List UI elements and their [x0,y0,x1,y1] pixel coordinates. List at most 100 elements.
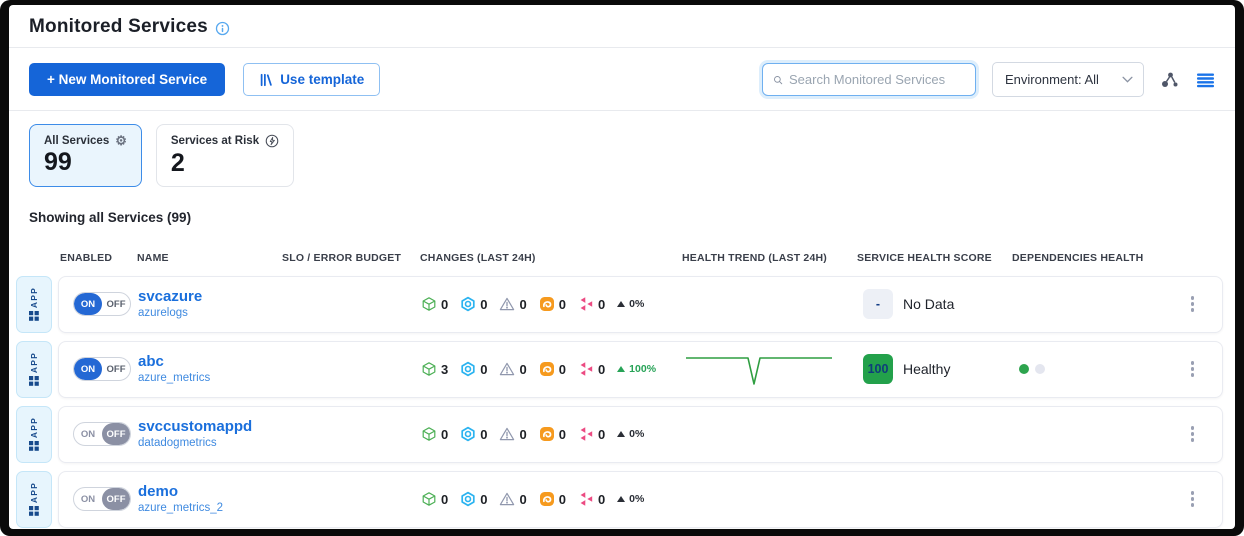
service-subtitle: azure_metrics [138,372,210,384]
topology-icon [1160,71,1180,89]
services-at-risk-label: Services at Risk [171,135,259,147]
col-health-score: SERVICE HEALTH SCORE [857,252,1012,264]
service-row-card: ONOFF abc azure_metrics 3 0 0 0 0 10 [58,341,1223,398]
alert-triangle-change-icon [499,491,515,507]
search-input[interactable] [789,72,965,87]
col-slo: SLO / ERROR BUDGET [282,252,420,264]
change-percent: 0% [617,428,644,440]
environment-filter-dropdown[interactable]: Environment: All [992,62,1144,97]
hexagon-change-icon [460,491,476,507]
change-percent: 0% [617,298,644,310]
health-score-label: Healthy [903,361,950,377]
health-score-cell: 100 Healthy [858,354,1013,384]
health-trend-cell [683,347,858,391]
pink-app-change-icon [578,491,594,507]
app-tag-label: APP [29,287,39,308]
health-score-label: No Data [903,296,954,312]
change-percent: 0% [617,493,644,505]
health-score-badge: - [863,289,893,319]
all-services-label: All Services [44,135,109,147]
orange-app-change-icon [539,296,555,312]
table-row: APP ONOFF abc azure_metrics 3 [16,341,1223,398]
trend-up-icon [617,496,625,502]
trend-up-icon [617,366,625,372]
use-template-label: Use template [280,72,364,87]
use-template-button[interactable]: Use template [243,63,380,96]
service-subtitle: datadogmetrics [138,437,217,449]
row-menu-button[interactable] [1185,355,1201,383]
service-row-card: ONOFF svccustomappd datadogmetrics 0 0 0… [58,406,1223,463]
row-menu-button[interactable] [1185,290,1201,318]
col-name: NAME [137,252,282,264]
service-name-link[interactable]: abc [138,354,164,371]
services-at-risk-count: 2 [171,150,279,178]
app-type-tag: APP [16,406,52,463]
hexagon-change-icon [460,426,476,442]
app-grid-icon [29,441,39,451]
orange-app-change-icon [539,426,555,442]
changes-cell: 0 0 0 0 0 0% [421,296,683,312]
search-box [762,63,976,96]
app-grid-icon [29,376,39,386]
summary-tabs: All Services ⚙ 99 Services at Risk 2 [9,111,1235,187]
enabled-toggle[interactable]: ONOFF [73,487,131,511]
health-score-cell: - No Data [858,289,1013,319]
service-subtitle: azurelogs [138,307,188,319]
service-name-link[interactable]: demo [138,484,178,501]
enabled-toggle[interactable]: ONOFF [73,292,131,316]
tab-services-at-risk[interactable]: Services at Risk 2 [156,124,294,187]
screenshot-frame: Monitored Services + New Monitored Servi… [0,0,1244,536]
table-row: APP ONOFF demo azure_metrics_2 [16,471,1223,528]
service-name-link[interactable]: svcazure [138,289,202,306]
app-tag-label: APP [29,482,39,503]
changes-cell: 3 0 0 0 0 100% [421,361,683,377]
alert-triangle-change-icon [499,296,515,312]
enabled-toggle[interactable]: ONOFF [73,357,131,381]
app-tag-label: APP [29,417,39,438]
search-icon [773,73,783,87]
alert-triangle-change-icon [499,361,515,377]
pink-app-change-icon [578,426,594,442]
pink-app-change-icon [578,296,594,312]
tab-all-services[interactable]: All Services ⚙ 99 [29,124,142,187]
cube-change-icon [421,491,437,507]
showing-summary: Showing all Services (99) [9,187,1235,225]
row-menu-button[interactable] [1185,420,1201,448]
hexagon-change-icon [460,361,476,377]
risk-bolt-icon [265,134,279,148]
app-type-tag: APP [16,471,52,528]
dependencies-cell [1013,364,1163,374]
chevron-down-icon [1122,76,1133,83]
orange-app-change-icon [539,361,555,377]
app-grid-icon [29,506,39,516]
info-icon[interactable] [215,21,230,36]
service-name-link[interactable]: svccustomappd [138,419,252,436]
dependency-nodata-dot [1035,364,1045,374]
app-tag-label: APP [29,352,39,373]
pink-app-change-icon [578,361,594,377]
list-view-button[interactable] [1196,72,1215,88]
topology-view-button[interactable] [1160,71,1180,89]
row-menu-button[interactable] [1185,485,1201,513]
orange-app-change-icon [539,491,555,507]
table-row: APP ONOFF svccustomappd datadogmetrics [16,406,1223,463]
toolbar: + New Monitored Service Use template Env… [9,48,1235,111]
changes-cell: 0 0 0 0 0 0% [421,491,683,507]
service-subtitle: azure_metrics_2 [138,502,223,514]
health-score-badge: 100 [863,354,893,384]
page-header: Monitored Services [9,5,1235,48]
enabled-toggle[interactable]: ONOFF [73,422,131,446]
col-health-trend: HEALTH TREND (LAST 24H) [682,252,857,264]
col-enabled: ENABLED [60,252,137,264]
service-row-card: ONOFF svcazure azurelogs 0 0 0 0 0 0 [58,276,1223,333]
col-changes: CHANGES (LAST 24H) [420,252,682,264]
dependency-healthy-dot [1019,364,1029,374]
environment-filter-value: Environment: All [1005,72,1099,87]
trend-up-icon [617,301,625,307]
cube-change-icon [421,361,437,377]
table-row: APP ONOFF svcazure azurelogs [16,276,1223,333]
gear-icon: ⚙ [115,134,127,147]
cube-change-icon [421,426,437,442]
new-monitored-service-button[interactable]: + New Monitored Service [29,63,225,96]
page-title: Monitored Services [29,16,208,38]
